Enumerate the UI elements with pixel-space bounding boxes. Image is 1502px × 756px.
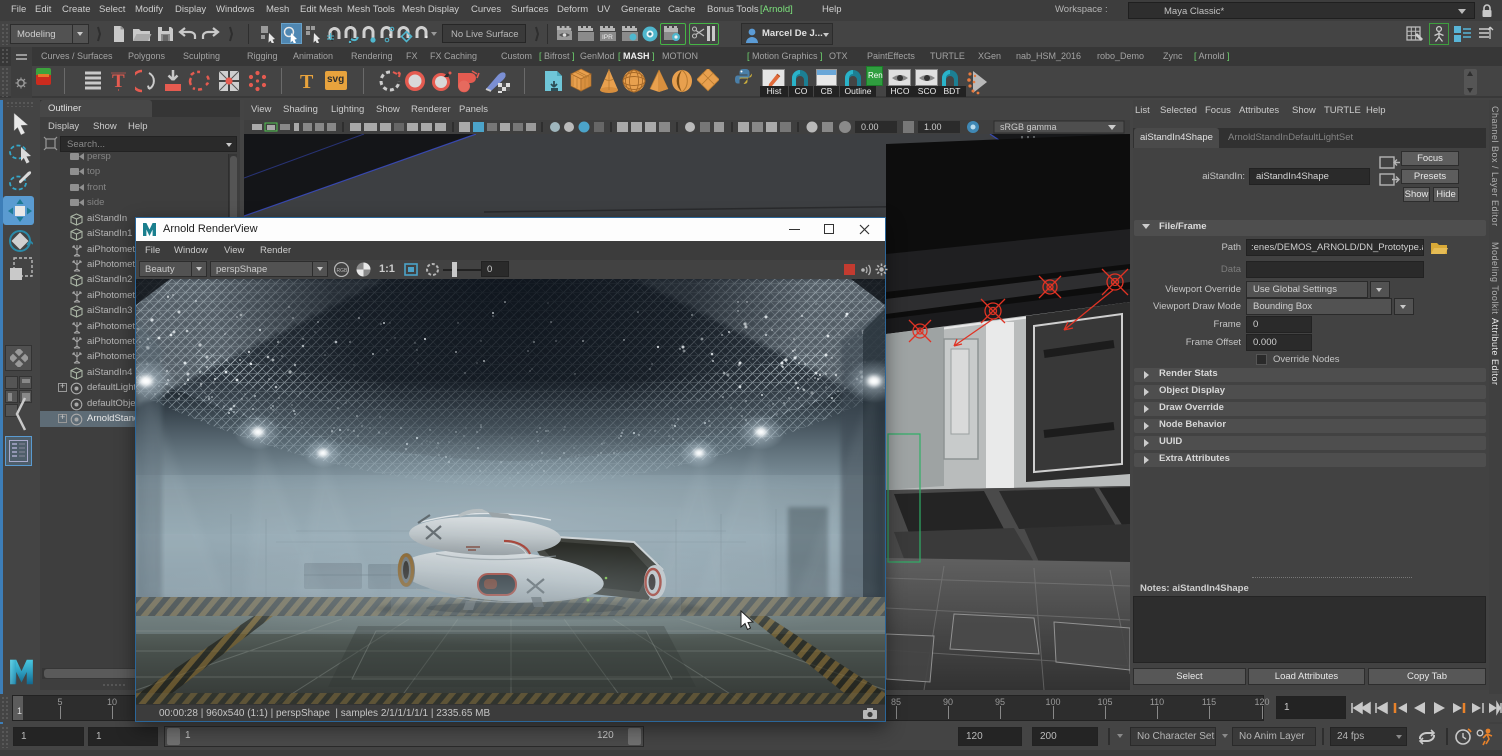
svg-text:RGB: RGB	[337, 268, 349, 274]
svg-text:1.00: 1.00	[924, 122, 942, 132]
svg-text:T: T	[300, 71, 314, 93]
svg-text:T: T	[112, 71, 125, 92]
svg-text:sRGB gamma: sRGB gamma	[1000, 122, 1057, 132]
svg-text:0.00: 0.00	[861, 122, 879, 132]
svg-text:IPR: IPR	[602, 34, 613, 41]
